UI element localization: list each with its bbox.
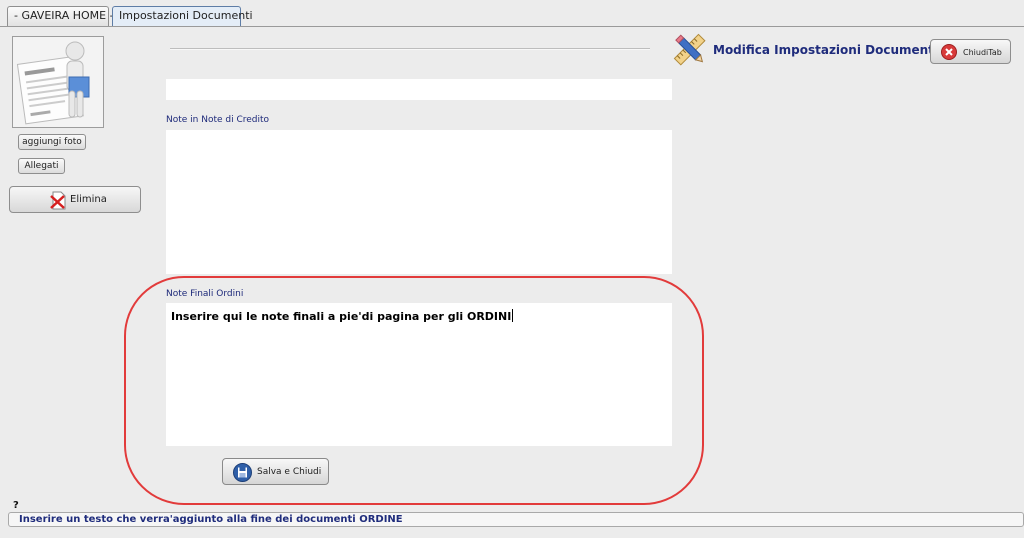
credit-notes-field[interactable] bbox=[166, 130, 672, 274]
tab-home[interactable]: - GAVEIRA HOME - bbox=[7, 6, 114, 26]
pencil-ruler-icon bbox=[673, 33, 706, 66]
add-photo-button[interactable]: aggiungi foto bbox=[18, 134, 86, 150]
contract-icon bbox=[13, 37, 103, 127]
page-title: Modifica Impostazioni Documenti bbox=[713, 43, 939, 57]
tab-bar: - GAVEIRA HOME - Impostazioni Documenti bbox=[0, 0, 1024, 27]
separator bbox=[170, 48, 650, 50]
contract-photo bbox=[12, 36, 104, 128]
help-mark: ? bbox=[13, 500, 19, 511]
save-icon bbox=[233, 463, 252, 482]
top-text-field[interactable] bbox=[166, 79, 672, 100]
delete-button[interactable]: Elimina bbox=[9, 186, 141, 213]
close-icon bbox=[941, 44, 957, 60]
close-tab-label: ChiudiTab bbox=[963, 48, 1002, 57]
order-notes-label: Note Finali Ordini bbox=[166, 289, 244, 299]
order-notes-field[interactable]: Inserire qui le note finali a pie'di pag… bbox=[166, 303, 672, 446]
save-and-close-button[interactable]: Salva e Chiudi bbox=[222, 458, 329, 485]
status-bar: Inserire un testo che verra'aggiunto all… bbox=[8, 512, 1024, 527]
text-caret bbox=[512, 309, 514, 322]
credit-notes-label: Note in Note di Credito bbox=[166, 115, 270, 125]
delete-document-icon bbox=[50, 191, 66, 210]
tab-impostazioni-documenti[interactable]: Impostazioni Documenti bbox=[112, 6, 253, 26]
order-notes-text: Inserire qui le note finali a pie'di pag… bbox=[171, 310, 512, 323]
delete-label: Elimina bbox=[70, 194, 107, 205]
close-tab-button[interactable]: ChiudiTab bbox=[930, 39, 1011, 64]
save-label: Salva e Chiudi bbox=[257, 467, 322, 477]
attachments-button[interactable]: Allegati bbox=[18, 158, 65, 174]
